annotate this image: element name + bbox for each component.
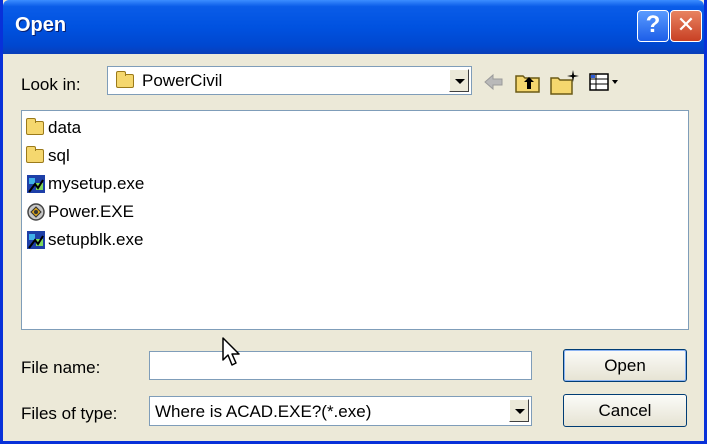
window-title: Open: [15, 14, 67, 36]
new-folder-icon[interactable]: [548, 68, 580, 98]
up-folder-icon[interactable]: [513, 68, 543, 96]
list-item[interactable]: Power.EXE: [26, 199, 134, 225]
files-of-type-dropdown[interactable]: Where is ACAD.EXE?(*.exe): [149, 396, 532, 426]
folder-icon: [116, 71, 134, 88]
look-in-label: Look in:: [21, 75, 81, 94]
list-item[interactable]: data: [26, 115, 81, 141]
help-button[interactable]: ?: [637, 10, 669, 42]
installer-icon: [27, 231, 45, 249]
file-name: Power.EXE: [48, 202, 134, 221]
installer-icon: [27, 175, 45, 193]
open-button[interactable]: Open: [563, 349, 687, 382]
list-item[interactable]: sql: [26, 143, 70, 169]
files-of-type-value: Where is ACAD.EXE?(*.exe): [155, 402, 372, 421]
cancel-button[interactable]: Cancel: [563, 394, 687, 427]
close-button[interactable]: ✕: [670, 10, 702, 42]
look-in-dropdown-button[interactable]: [449, 69, 469, 92]
file-name: sql: [48, 146, 70, 165]
app-icon: [27, 203, 45, 221]
file-name: mysetup.exe: [48, 174, 145, 193]
folder-icon: [26, 146, 44, 163]
mouse-cursor-icon: [222, 337, 240, 366]
help-icon: ?: [645, 11, 661, 38]
files-of-type-dropdown-button[interactable]: [509, 399, 529, 422]
file-name: setupblk.exe: [48, 230, 144, 249]
file-name-label: File name:: [21, 358, 101, 377]
folder-icon: [26, 118, 44, 135]
open-dialog: Open ? ✕ Look in: PowerCivil data sql my…: [0, 0, 707, 444]
back-arrow-icon[interactable]: [479, 68, 507, 96]
list-item[interactable]: setupblk.exe: [26, 227, 143, 253]
file-list[interactable]: data sql mysetup.exe Power.EXE setupblk.…: [21, 110, 689, 330]
view-menu-icon[interactable]: [587, 68, 623, 96]
files-of-type-label: Files of type:: [21, 404, 118, 423]
title-bar[interactable]: Open ? ✕: [3, 0, 704, 54]
look-in-value: PowerCivil: [142, 71, 223, 90]
file-name-field[interactable]: [149, 351, 532, 380]
list-item[interactable]: mysetup.exe: [26, 171, 144, 197]
close-icon: ✕: [676, 12, 696, 37]
look-in-dropdown[interactable]: PowerCivil: [107, 66, 472, 95]
file-name: data: [48, 118, 82, 137]
